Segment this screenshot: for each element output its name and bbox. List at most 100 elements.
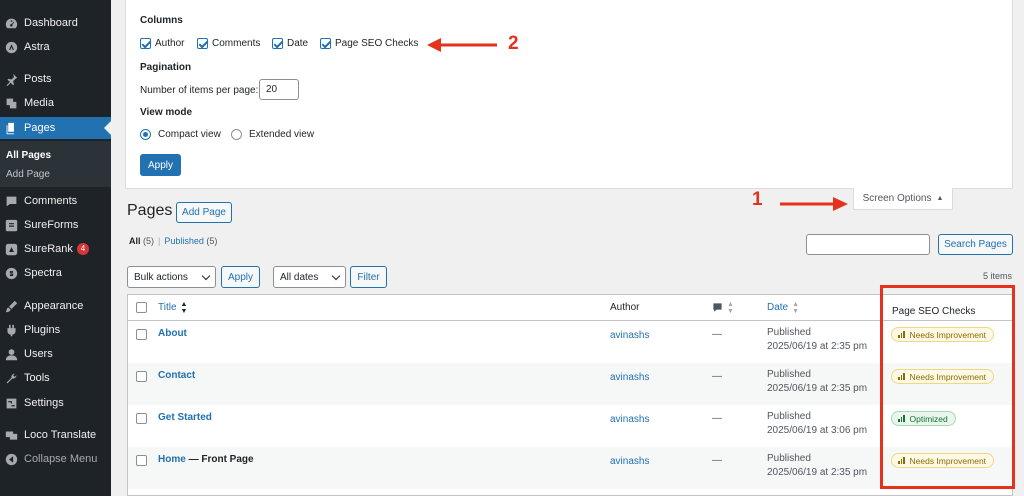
select-all-checkbox[interactable]: [136, 302, 147, 313]
checkbox[interactable]: [140, 38, 151, 49]
seo-status-badge[interactable]: Needs Improvement: [891, 327, 995, 342]
sidebar-item-media[interactable]: Media: [0, 92, 111, 114]
sidebar-item-spectra[interactable]: Spectra: [0, 262, 111, 284]
sidebar-item-label: Posts: [24, 73, 52, 85]
page-title-link[interactable]: Get Started: [158, 412, 212, 423]
search-pages-button[interactable]: Search Pages: [938, 234, 1013, 255]
screen-options-toggle[interactable]: Screen Options ▲: [853, 188, 953, 210]
page-title-link[interactable]: About: [158, 328, 187, 339]
post-status: Published: [767, 369, 811, 380]
author-link[interactable]: avinashs: [610, 330, 649, 341]
sidebar-item-settings[interactable]: Settings: [0, 392, 111, 414]
signal-bars-icon: [898, 373, 905, 380]
view-count: (5): [143, 236, 155, 246]
sidebar-item-comments[interactable]: Comments: [0, 190, 111, 212]
sidebar-item-surerank[interactable]: SureRank 4: [0, 238, 111, 260]
column-toggle-author[interactable]: Author: [140, 38, 184, 49]
settings-icon: [4, 396, 18, 410]
screen-options-panel: Columns Author Comments Date Page SEO Ch…: [125, 0, 1013, 189]
signal-bars-icon: [898, 415, 905, 422]
per-page-input[interactable]: 20: [259, 79, 299, 100]
per-page-label: Number of items per page:: [140, 85, 259, 96]
checkbox-label: Date: [287, 38, 309, 49]
view-mode-extended[interactable]: Extended view: [231, 129, 314, 140]
view-all[interactable]: All (5): [129, 236, 154, 246]
view-label: All: [129, 236, 141, 246]
search-input[interactable]: [806, 234, 930, 255]
sidebar-item-appearance[interactable]: Appearance: [0, 295, 111, 317]
sidebar-item-dashboard[interactable]: Dashboard: [0, 12, 111, 34]
annotation-arrow-1: [780, 197, 848, 211]
add-page-button[interactable]: Add Page: [176, 202, 232, 223]
page-title-link[interactable]: Contact: [158, 370, 195, 381]
checkbox-label: Page SEO Checks: [335, 38, 419, 49]
sidebar-item-astra[interactable]: Astra: [0, 36, 111, 58]
checkbox-label: Comments: [212, 38, 261, 49]
annotation-arrow-2: [427, 38, 497, 52]
submenu-all-pages[interactable]: All Pages: [6, 150, 51, 161]
row-checkbox[interactable]: [136, 371, 147, 382]
checkbox[interactable]: [272, 38, 283, 49]
bulk-apply-button[interactable]: Apply: [221, 266, 260, 288]
surerank-icon: [4, 242, 18, 256]
pages-table: Title ▲ ▼ Author ▲ ▼ Date ▲ ▼ Page SEO Chec…: [127, 294, 1013, 496]
tools-icon: [4, 371, 18, 385]
column-toggle-date[interactable]: Date: [272, 38, 308, 49]
screen-options-apply-button[interactable]: Apply: [140, 154, 181, 176]
author-link[interactable]: avinashs: [610, 414, 649, 425]
seo-status-label: Needs Improvement: [909, 329, 987, 340]
collapse-menu-button[interactable]: Collapse Menu: [0, 448, 111, 470]
row-checkbox[interactable]: [136, 413, 147, 424]
sidebar-item-plugins[interactable]: Plugins: [0, 319, 111, 341]
date-cell: Published 2025/06/19 at 2:35 pm: [767, 368, 867, 396]
sidebar-item-posts[interactable]: Posts: [0, 68, 111, 90]
page-state-label: — Front Page: [185, 454, 254, 465]
author-link[interactable]: avinashs: [610, 372, 649, 383]
seo-status-label: Optimized: [909, 413, 948, 424]
sidebar-item-pages[interactable]: Pages: [0, 117, 111, 139]
sidebar-item-label: Spectra: [24, 267, 62, 279]
author-link[interactable]: avinashs: [610, 456, 649, 467]
comment-count: —: [712, 413, 722, 424]
submenu-add-page[interactable]: Add Page: [6, 169, 50, 180]
dates-filter-select[interactable]: All dates: [273, 266, 346, 288]
radio-button[interactable]: [140, 129, 151, 140]
radio-label: Extended view: [249, 129, 315, 140]
appearance-icon: [4, 299, 18, 313]
bulk-actions-select[interactable]: Bulk actions: [127, 266, 216, 288]
row-checkbox[interactable]: [136, 329, 147, 340]
column-title-label[interactable]: Title: [158, 302, 177, 313]
post-status: Published: [767, 411, 811, 422]
checkbox[interactable]: [197, 38, 208, 49]
page-title: Pages: [127, 202, 173, 219]
admin-sidebar: Dashboard Astra Posts Media Pages All Pa…: [0, 0, 111, 496]
filter-button[interactable]: Filter: [350, 266, 387, 288]
comment-count: —: [712, 371, 722, 382]
sidebar-item-tools[interactable]: Tools: [0, 367, 111, 389]
column-header-title[interactable]: Title ▲ ▼: [158, 295, 187, 320]
view-mode-compact[interactable]: Compact view: [140, 129, 221, 140]
page-title-link[interactable]: Home: [158, 454, 186, 465]
checkbox[interactable]: [320, 38, 331, 49]
sidebar-item-loco-translate[interactable]: Loco Translate: [0, 424, 111, 446]
radio-button[interactable]: [231, 129, 242, 140]
comment-icon: [4, 194, 18, 208]
checkbox-label: Author: [155, 38, 185, 49]
row-checkbox[interactable]: [136, 455, 147, 466]
column-toggle-page-seo-checks[interactable]: Page SEO Checks: [320, 38, 418, 49]
annotation-number-2: 2: [508, 33, 519, 54]
column-toggle-comments[interactable]: Comments: [197, 38, 260, 49]
sidebar-item-label: SureForms: [24, 219, 79, 231]
seo-status-badge[interactable]: Needs Improvement: [891, 453, 995, 468]
sidebar-item-label: SureRank: [24, 243, 73, 255]
seo-status-label: Needs Improvement: [909, 455, 987, 466]
seo-status-badge[interactable]: Optimized: [891, 411, 956, 426]
column-header-date[interactable]: Date ▲ ▼: [767, 295, 799, 320]
sidebar-item-sureforms[interactable]: SureForms: [0, 214, 111, 236]
column-header-comments[interactable]: ▲ ▼: [712, 295, 734, 320]
view-published[interactable]: Published (5): [164, 236, 217, 246]
column-date-label[interactable]: Date: [767, 302, 788, 313]
pages-submenu: All Pages Add Page: [0, 141, 111, 187]
seo-status-badge[interactable]: Needs Improvement: [891, 369, 995, 384]
sidebar-item-users[interactable]: Users: [0, 343, 111, 365]
